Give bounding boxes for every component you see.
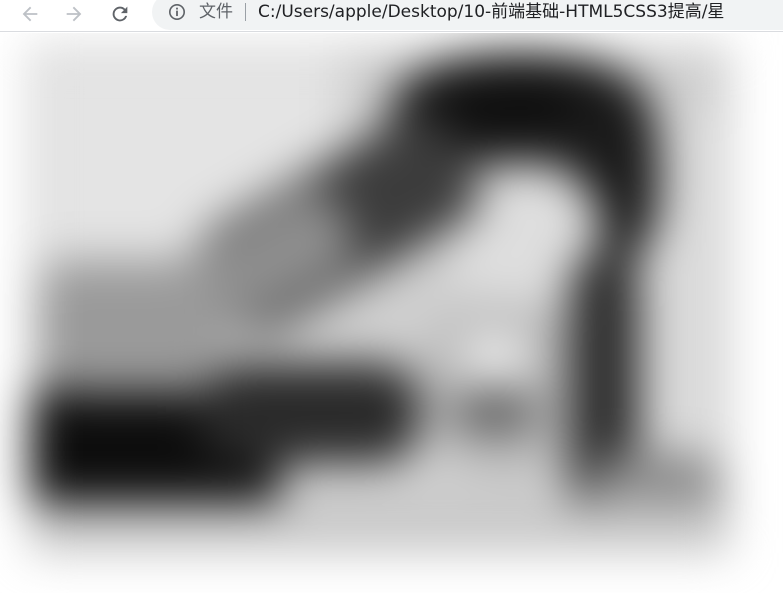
page-viewport xyxy=(0,33,783,593)
info-circle-icon[interactable] xyxy=(168,3,186,21)
back-button[interactable] xyxy=(14,0,46,28)
reload-icon xyxy=(112,6,128,22)
forward-button[interactable] xyxy=(58,0,90,28)
url-text[interactable]: C:/Users/apple/Desktop/10-前端基础-HTML5CSS3… xyxy=(258,1,724,23)
omnibox-divider xyxy=(245,3,246,21)
security-label[interactable]: 文件 xyxy=(199,1,233,23)
arrow-right-icon xyxy=(66,6,82,22)
blurred-photo xyxy=(0,33,783,593)
reload-button[interactable] xyxy=(104,0,136,28)
arrow-left-icon xyxy=(22,6,38,22)
browser-toolbar: 文件 C:/Users/apple/Desktop/10-前端基础-HTML5C… xyxy=(0,0,783,32)
